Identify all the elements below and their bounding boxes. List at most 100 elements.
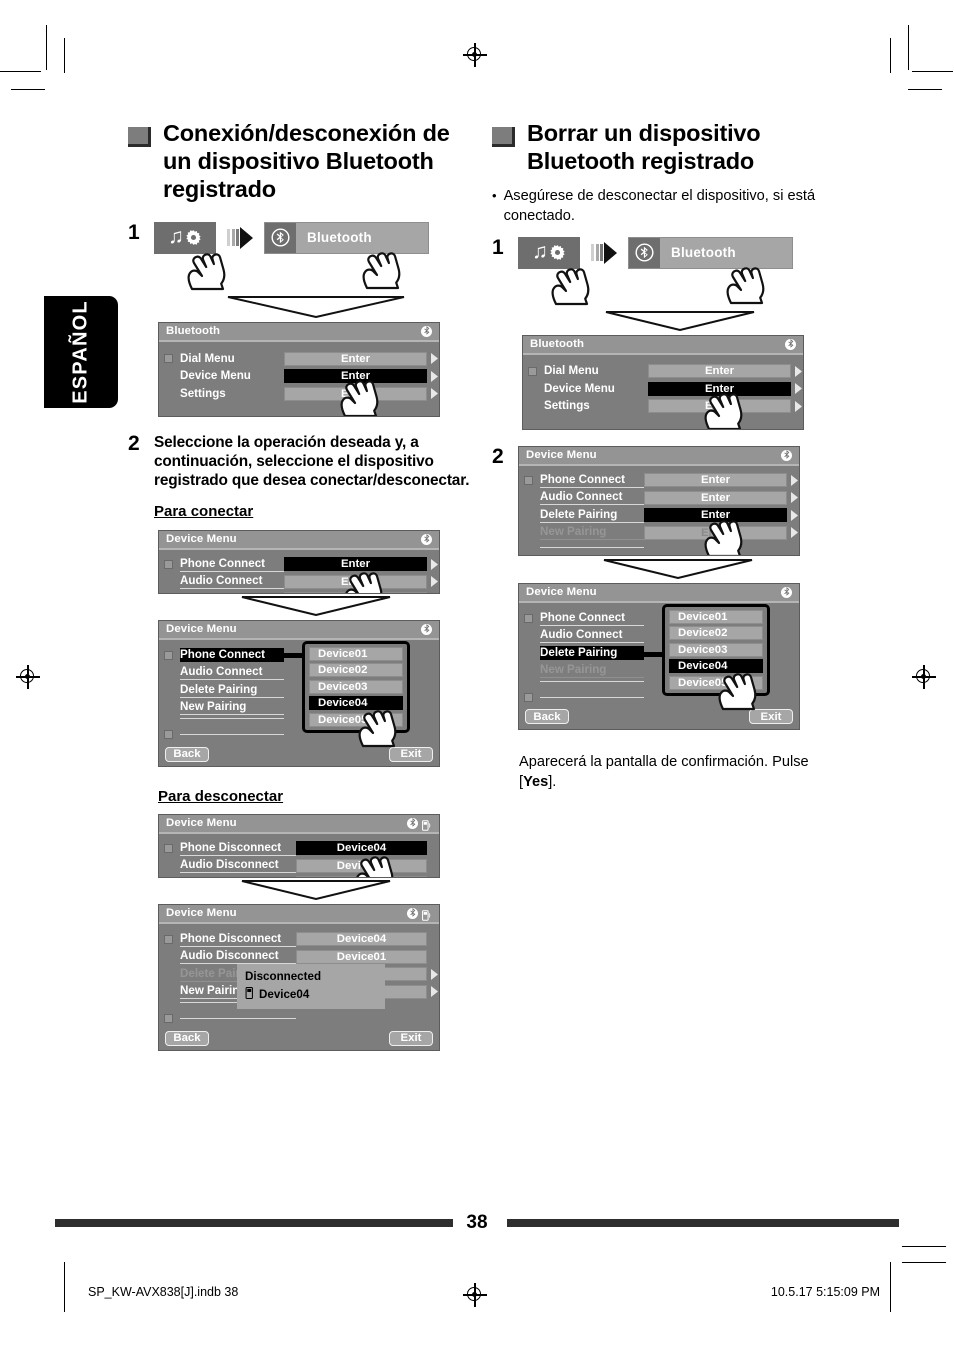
table-row[interactable]: Device Menu Enter bbox=[159, 368, 439, 384]
row-value[interactable]: Device04 bbox=[296, 932, 427, 947]
row-label: Audio Connect bbox=[540, 490, 644, 506]
back-button[interactable]: Back bbox=[525, 709, 569, 725]
music-note-icon: ♫ bbox=[168, 225, 184, 249]
row-label bbox=[180, 1018, 296, 1020]
left-step-2-text: Seleccione la operación deseada y, a con… bbox=[154, 433, 470, 490]
table-row[interactable]: Dial Menu Enter bbox=[523, 364, 803, 380]
row-label: Phone Connect bbox=[540, 611, 644, 626]
table-row[interactable]: Delete Pairing Enter bbox=[519, 508, 799, 524]
page-title-left: Conexión/desconexión de un dispositivo B… bbox=[163, 120, 450, 202]
scroll-down-indicator-icon[interactable] bbox=[164, 730, 173, 740]
table-row[interactable]: Settings Enter bbox=[159, 386, 439, 402]
list-item[interactable]: Device05 bbox=[669, 675, 763, 690]
scroll-down-indicator-icon[interactable] bbox=[524, 693, 533, 703]
list-item[interactable]: Device03 bbox=[669, 642, 763, 657]
row-spacer bbox=[524, 631, 533, 640]
table-row[interactable]: New Pairing Enter bbox=[519, 525, 799, 541]
bluetooth-status-icon bbox=[421, 325, 432, 337]
scroll-down-indicator-icon[interactable] bbox=[164, 1014, 173, 1024]
right-step-2: 2 Device Menu Phone Connect Enter Audio … bbox=[492, 445, 837, 793]
screen-rows: Dial Menu Enter Device Menu Enter Settin… bbox=[523, 355, 803, 415]
chevron-right-icon bbox=[790, 509, 799, 521]
chevron-right-icon bbox=[794, 365, 803, 377]
table-row[interactable]: Delete Pairing Enter bbox=[159, 592, 439, 593]
list-item[interactable]: Device04 bbox=[309, 696, 403, 711]
row-value[interactable]: Enter bbox=[644, 473, 787, 488]
row-value[interactable]: Enter bbox=[644, 508, 787, 523]
table-row[interactable]: Delete Pairing Enter bbox=[159, 876, 439, 877]
menu-hardware-button[interactable]: ♫ bbox=[518, 236, 590, 305]
row-label: Settings bbox=[180, 386, 226, 400]
language-tab-label: ESPAÑOL bbox=[69, 300, 92, 404]
table-row[interactable]: Audio Connect Enter bbox=[519, 490, 799, 506]
row-label: Phone Connect bbox=[180, 557, 284, 572]
bluetooth-menu-button[interactable]: Bluetooth bbox=[628, 236, 793, 304]
row-value[interactable]: Enter bbox=[284, 592, 427, 593]
back-button[interactable]: Back bbox=[165, 1030, 209, 1046]
row-spacer bbox=[528, 402, 537, 411]
exit-button[interactable]: Exit bbox=[389, 746, 433, 762]
bullet-dot-icon: • bbox=[492, 187, 497, 203]
screen-rows: Dial Menu Enter Device Menu Enter Settin… bbox=[159, 342, 439, 402]
row-value[interactable]: Device04 bbox=[296, 841, 427, 856]
row-spacer bbox=[524, 666, 533, 675]
row-value[interactable]: Enter bbox=[284, 386, 427, 401]
table-row[interactable]: Audio Disconnect Device01 bbox=[159, 858, 439, 874]
row-value[interactable]: Enter bbox=[648, 399, 791, 414]
flow-down-chevron-icon bbox=[158, 879, 473, 900]
row-value[interactable]: Enter bbox=[644, 490, 787, 505]
row-spacer bbox=[164, 861, 173, 870]
table-row[interactable]: Settings Enter bbox=[523, 399, 803, 415]
row-label bbox=[180, 734, 284, 736]
bluetooth-button-label: Bluetooth bbox=[307, 230, 372, 246]
screen-title-bar: Device Menu bbox=[159, 814, 439, 834]
phone-connected-status-icon bbox=[421, 818, 432, 831]
screen-device-menu-right: Device Menu Phone Connect Enter Audio Co… bbox=[518, 445, 800, 556]
row-label: Delete Pairing bbox=[180, 683, 284, 698]
row-value[interactable]: Enter bbox=[284, 574, 427, 589]
gear-icon bbox=[185, 229, 202, 246]
exit-button[interactable]: Exit bbox=[389, 1030, 433, 1046]
table-row[interactable]: Dial Menu Enter bbox=[159, 351, 439, 367]
table-row[interactable]: Phone Connect Enter bbox=[519, 473, 799, 489]
back-button[interactable]: Back bbox=[165, 746, 209, 762]
row-value[interactable]: Enter bbox=[644, 525, 787, 540]
screen-bottom-bar: Back Exit bbox=[519, 709, 799, 728]
closing-note: Aparecerá la pantalla de confirmación. P… bbox=[519, 752, 837, 793]
list-item[interactable]: Device02 bbox=[669, 626, 763, 641]
list-item[interactable]: Device05 bbox=[309, 712, 403, 727]
crop-mark-tl-v2 bbox=[64, 38, 66, 73]
screen-bluetooth-left: Bluetooth Dial Menu Enter Device Menu En… bbox=[158, 321, 440, 417]
table-row[interactable]: Phone Connect Enter bbox=[159, 557, 439, 573]
menu-hardware-button[interactable]: ♫ bbox=[154, 221, 226, 290]
language-tab: ESPAÑOL bbox=[44, 296, 118, 408]
closing-note-pre: Aparecerá la pantalla de confirmación. P… bbox=[519, 753, 809, 791]
trim-line-right bbox=[890, 1262, 891, 1312]
row-value[interactable]: Enter bbox=[284, 351, 427, 366]
list-item[interactable]: Device01 bbox=[669, 609, 763, 624]
screen-device-menu-disconnect-1: Device Menu Phone Disconnect Device04 Au… bbox=[158, 813, 440, 878]
table-row[interactable]: Phone Disconnect Device04 bbox=[159, 841, 439, 857]
table-row[interactable]: Phone Disconnect Device04 bbox=[159, 932, 439, 948]
row-value[interactable]: Enter bbox=[284, 557, 427, 572]
music-note-icon: ♫ bbox=[532, 240, 548, 264]
page-title-right: Borrar un dispositivo Bluetooth registra… bbox=[527, 120, 761, 174]
table-row[interactable]: Audio Disconnect Device01 bbox=[159, 949, 439, 965]
row-value[interactable]: Device01 bbox=[296, 949, 427, 964]
list-item[interactable]: Device03 bbox=[309, 679, 403, 694]
table-row[interactable]: Audio Connect Enter bbox=[159, 574, 439, 590]
row-value[interactable]: Enter bbox=[296, 876, 427, 877]
registration-mark-bottom bbox=[463, 1283, 487, 1307]
heading-square-bullet-icon bbox=[492, 127, 515, 147]
table-row[interactable]: Device Menu Enter bbox=[523, 381, 803, 397]
exit-button[interactable]: Exit bbox=[749, 709, 793, 725]
row-value[interactable]: Enter bbox=[648, 381, 791, 396]
bluetooth-menu-button[interactable]: Bluetooth bbox=[264, 221, 429, 289]
row-value[interactable]: Device01 bbox=[296, 858, 427, 873]
list-item[interactable]: Device04 bbox=[669, 659, 763, 674]
list-item[interactable]: Device01 bbox=[309, 646, 403, 661]
row-value[interactable]: Enter bbox=[648, 364, 791, 379]
row-value[interactable]: Enter bbox=[284, 369, 427, 384]
list-item[interactable]: Device02 bbox=[309, 663, 403, 678]
row-label: New Pairing bbox=[540, 525, 644, 541]
